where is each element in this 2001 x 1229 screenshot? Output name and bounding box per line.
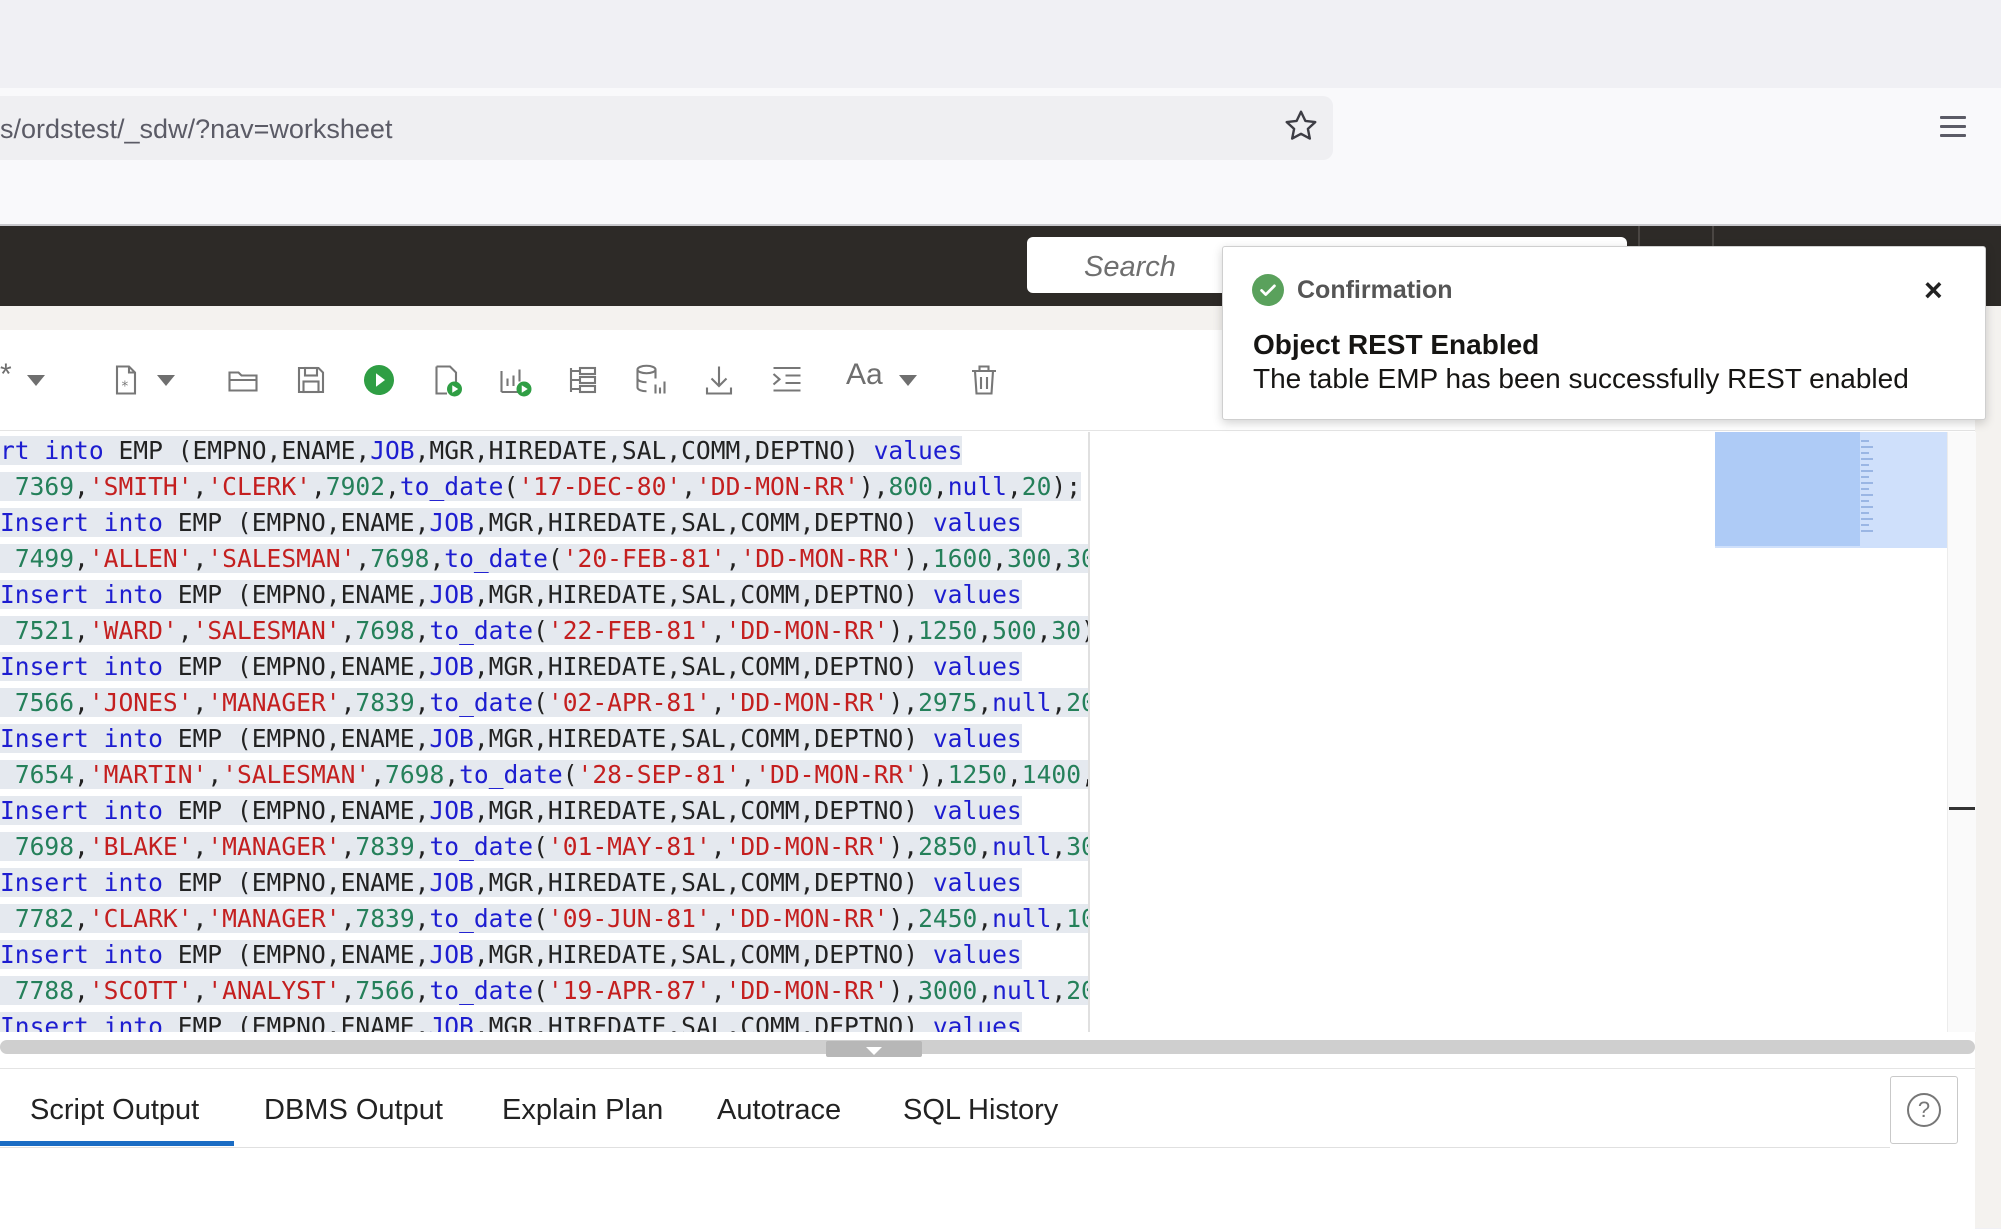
code-line[interactable]: 7782,'CLARK','MANAGER',7839,to_date('09-…: [0, 904, 1088, 934]
minimap-line: [1861, 518, 1873, 520]
code-line[interactable]: Insert into EMP (EMPNO,ENAME,JOB,MGR,HIR…: [0, 796, 1022, 826]
svg-text:*: *: [122, 379, 129, 395]
font-size-icon[interactable]: Aa: [846, 358, 883, 392]
code-line[interactable]: 7654,'MARTIN','SALESMAN',7698,to_date('2…: [0, 760, 1088, 790]
tab-autotrace[interactable]: Autotrace: [717, 1094, 841, 1127]
minimap-line: [1861, 476, 1869, 478]
tab-dbms-output[interactable]: DBMS Output: [264, 1094, 443, 1127]
run-statement-icon[interactable]: [359, 360, 399, 400]
autotrace-icon[interactable]: [631, 360, 671, 400]
sql-editor[interactable]: rt into EMP (EMPNO,ENAME,JOB,MGR,HIREDAT…: [0, 432, 1090, 1032]
code-line[interactable]: 7566,'JONES','MANAGER',7839,to_date('02-…: [0, 688, 1088, 718]
scroll-position-marker: [1949, 807, 1975, 810]
minimap-line: [1861, 512, 1869, 514]
minimap-line: [1861, 506, 1873, 508]
new-worksheet-chevron-down-icon[interactable]: [157, 375, 175, 386]
minimap-line: [1861, 488, 1869, 490]
menu-hamburger-icon[interactable]: [1940, 116, 1966, 138]
confirmation-title: Confirmation: [1297, 276, 1453, 304]
tabs-divider: [0, 1147, 1890, 1148]
url-bar[interactable]: s/ordstest/_sdw/?nav=worksheet: [0, 96, 1333, 160]
code-line[interactable]: 7698,'BLAKE','MANAGER',7839,to_date('01-…: [0, 832, 1088, 862]
help-button[interactable]: ?: [1890, 1076, 1958, 1144]
code-line[interactable]: 7521,'WARD','SALESMAN',7698,to_date('22-…: [0, 616, 1088, 646]
search-placeholder: Search: [1084, 251, 1176, 283]
run-chart-icon[interactable]: [495, 360, 535, 400]
minimap-line: [1861, 440, 1869, 442]
tab-explain-plan[interactable]: Explain Plan: [502, 1094, 663, 1127]
minimap-line: [1861, 470, 1873, 472]
active-tab-indicator: [0, 1141, 234, 1146]
tab-script-output[interactable]: Script Output: [30, 1094, 199, 1127]
output-panel: [0, 1068, 1975, 1229]
code-line[interactable]: rt into EMP (EMPNO,ENAME,JOB,MGR,HIREDAT…: [0, 436, 963, 466]
code-line[interactable]: Insert into EMP (EMPNO,ENAME,JOB,MGR,HIR…: [0, 580, 1022, 610]
bookmark-star-icon[interactable]: [1283, 108, 1319, 144]
font-size-chevron-down-icon[interactable]: [899, 375, 917, 386]
minimap-line: [1861, 494, 1873, 496]
browser-tabstrip: [0, 0, 2001, 88]
clear-trash-icon[interactable]: [964, 360, 1004, 400]
code-line[interactable]: 7788,'SCOTT','ANALYST',7566,to_date('19-…: [0, 976, 1088, 1006]
new-worksheet-icon[interactable]: *: [106, 360, 146, 400]
code-line[interactable]: Insert into EMP (EMPNO,ENAME,JOB,MGR,HIR…: [0, 1012, 1022, 1032]
editor-vertical-scrollbar[interactable]: [1947, 432, 1976, 1032]
minimap-selection: [1715, 432, 1860, 546]
confirmation-heading: Object REST Enabled: [1253, 329, 1540, 360]
url-text[interactable]: s/ordstest/_sdw/?nav=worksheet: [0, 114, 392, 145]
minimap-line: [1861, 482, 1873, 484]
minimap-line: [1861, 446, 1873, 448]
code-line[interactable]: Insert into EMP (EMPNO,ENAME,JOB,MGR,HIR…: [0, 724, 1022, 754]
minimap-line: [1861, 452, 1869, 454]
confirmation-message: The table EMP has been successfully REST…: [1253, 363, 1909, 394]
code-line[interactable]: Insert into EMP (EMPNO,ENAME,JOB,MGR,HIR…: [0, 652, 1022, 682]
close-icon[interactable]: ×: [1924, 274, 1943, 306]
worksheet-selector-chevron-down-icon[interactable]: [27, 375, 45, 386]
save-icon[interactable]: [291, 360, 331, 400]
worksheet-selector[interactable]: *: [0, 358, 12, 392]
tab-sql-history[interactable]: SQL History: [903, 1094, 1058, 1127]
code-line[interactable]: 7369,'SMITH','CLERK',7902,to_date('17-DE…: [0, 472, 1082, 502]
splitter-chevron-down-icon[interactable]: [866, 1047, 882, 1055]
explain-plan-icon[interactable]: [563, 360, 603, 400]
minimap-line: [1861, 524, 1869, 526]
code-line[interactable]: Insert into EMP (EMPNO,ENAME,JOB,MGR,HIR…: [0, 508, 1022, 538]
success-check-icon: [1252, 274, 1284, 306]
download-icon[interactable]: [699, 360, 739, 400]
minimap-line: [1861, 500, 1869, 502]
help-icon: ?: [1907, 1093, 1941, 1127]
run-script-icon[interactable]: [427, 360, 467, 400]
code-line[interactable]: Insert into EMP (EMPNO,ENAME,JOB,MGR,HIR…: [0, 868, 1022, 898]
minimap-line: [1861, 464, 1869, 466]
code-line[interactable]: Insert into EMP (EMPNO,ENAME,JOB,MGR,HIR…: [0, 940, 1022, 970]
format-indent-icon[interactable]: [767, 360, 807, 400]
minimap-line: [1861, 530, 1873, 532]
minimap-line: [1861, 458, 1873, 460]
editor-horizontal-splitter[interactable]: [0, 1040, 1975, 1054]
code-line[interactable]: 7499,'ALLEN','SALESMAN',7698,to_date('20…: [0, 544, 1088, 574]
open-folder-icon[interactable]: [223, 360, 263, 400]
